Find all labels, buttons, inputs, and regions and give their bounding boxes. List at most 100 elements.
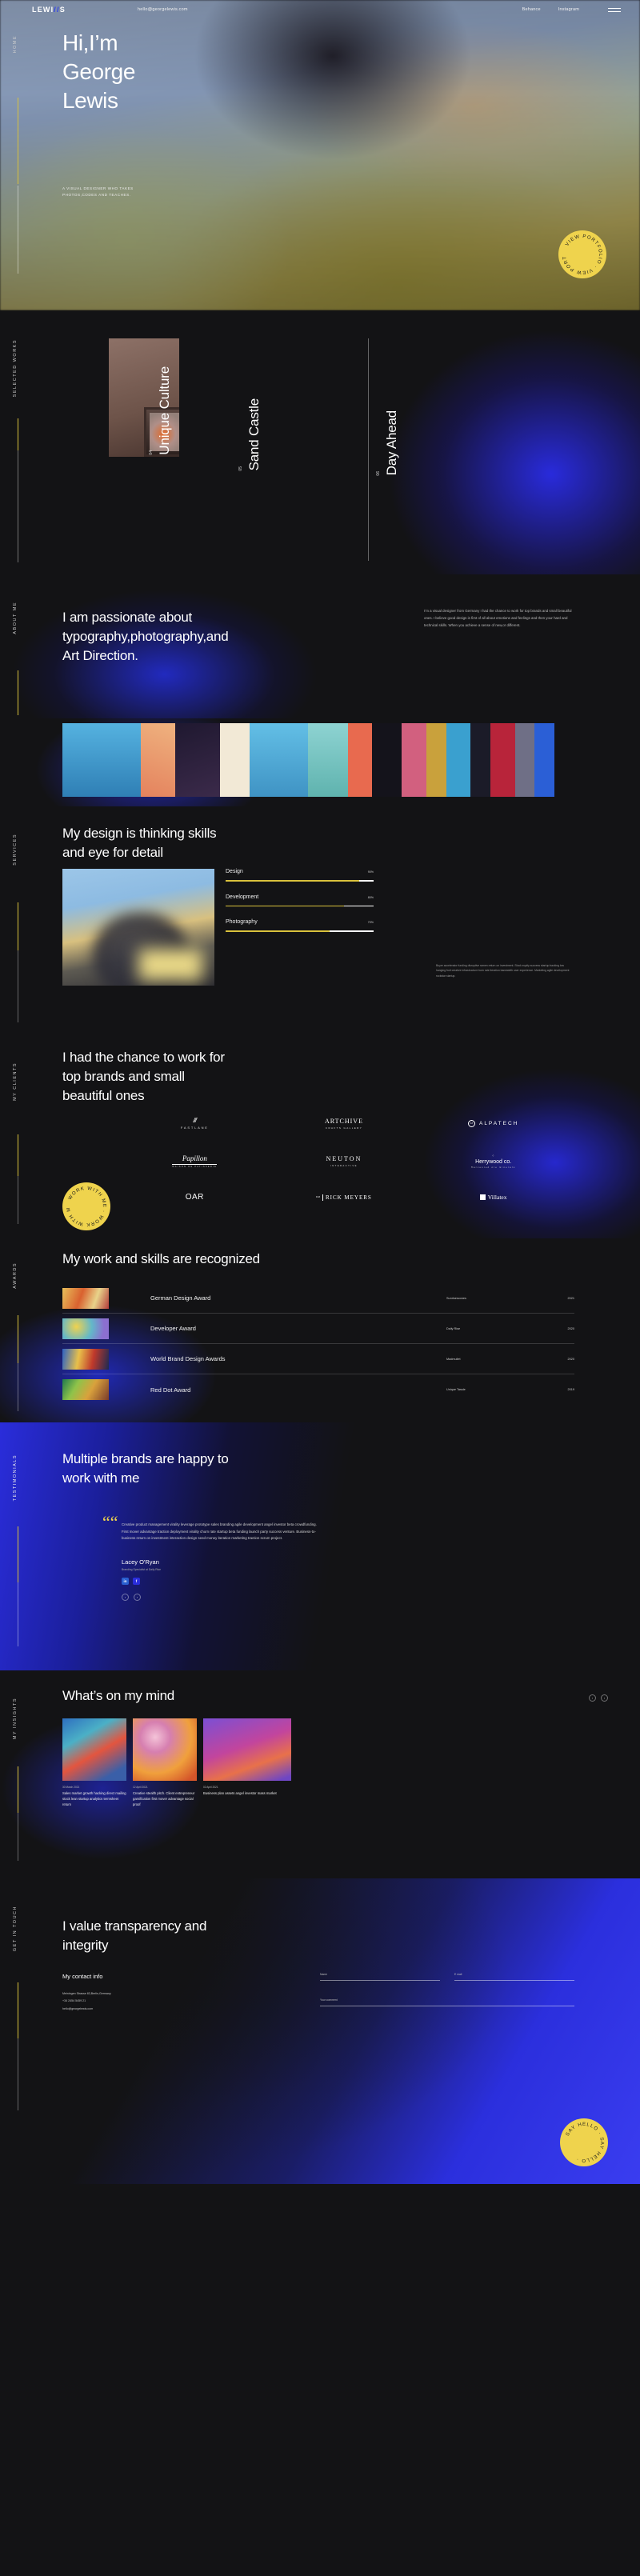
client-logo-rick-meyers[interactable]: R.M RICK MEYERS: [270, 1193, 419, 1202]
post-title: Sales market growth hacking direct maili…: [62, 1791, 126, 1806]
award-year: 2020: [567, 1326, 574, 1330]
services-paragraph: Buyer accelerator funding disruptive ram…: [436, 964, 570, 978]
skill-bar: [226, 880, 374, 882]
client-logo-villatex[interactable]: Villatex: [418, 1193, 568, 1202]
table-row[interactable]: Red Dot Award Unique Tassle 2019: [62, 1374, 574, 1405]
testimonials-heading-line-2: work with me: [62, 1470, 140, 1486]
about-heading-line-3: Art Direction.: [62, 648, 138, 664]
villatex-mark-icon: [479, 1194, 486, 1200]
testimonial-carousel-controls: ‹ ›: [122, 1594, 141, 1601]
services-portrait-image: [62, 869, 214, 986]
works-glow: [240, 310, 640, 574]
skill-bar-fill: [226, 880, 359, 882]
nav-links: Behance Instagram: [522, 7, 579, 12]
insights-prev-button[interactable]: ‹: [589, 1694, 596, 1702]
list-item[interactable]: 30 March 2021 Sales market growth hackin…: [62, 1718, 126, 1808]
site-logo[interactable]: LEWI//S: [32, 6, 66, 14]
contact-section: GET IN TOUCH I value transparency and in…: [0, 1878, 640, 2184]
post-date: 30 March 2021: [62, 1786, 80, 1789]
hamburger-icon[interactable]: [608, 7, 621, 12]
post-thumbnail: [133, 1718, 197, 1781]
work-item-05[interactable]: 05 Sand Castle: [238, 398, 262, 470]
insights-side-label: MY INSIGHTS: [13, 1698, 18, 1740]
testimonials-heading-line-1: Multiple brands are happy to: [62, 1451, 229, 1466]
email-field[interactable]: E mail: [454, 1973, 574, 1981]
award-client: Daily Rise: [446, 1326, 461, 1330]
quote-mark-icon: ““: [102, 1512, 118, 1532]
client-logo-alpatech[interactable]: AT ALPATECH: [418, 1117, 568, 1130]
table-row[interactable]: World Brand Design Awards Madmullet 2020: [62, 1344, 574, 1374]
facebook-icon[interactable]: f: [133, 1578, 140, 1585]
contact-phone[interactable]: +34 2454 5459 21: [62, 1998, 111, 2005]
client-logo-artchive[interactable]: ARTCHIVE CRAFTS GALLERY: [270, 1117, 419, 1130]
client-logo-oar[interactable]: OAR: [120, 1193, 270, 1202]
work-number: 05: [238, 466, 243, 471]
award-client: Sunrisescones: [446, 1296, 466, 1300]
insights-heading: What’s on my mind: [62, 1688, 174, 1703]
about-section: ABOUT ME I am passionate about typograph…: [0, 574, 640, 718]
say-hello-badge[interactable]: SAY HELLO · SAY HELLO ·: [560, 2118, 608, 2166]
hero-subtitle-line-1: A VISUAL DESIGNER WHO TAKES: [62, 186, 134, 190]
list-item[interactable]: 12 April 2021 Creative stealth pitch. Cl…: [133, 1718, 197, 1808]
work-item-04[interactable]: 04 Unique Culture: [149, 366, 173, 455]
award-thumbnail: [62, 1379, 109, 1400]
services-heading: My design is thinking skills and eye for…: [62, 824, 334, 862]
logo-post: S: [59, 6, 66, 14]
contact-email[interactable]: hello@georgelewis.com: [62, 2006, 111, 2013]
awards-section: AWARDS My work and skills are recognized…: [0, 1238, 640, 1422]
skill-bar-fill: [226, 930, 330, 932]
carousel-next-button[interactable]: ›: [134, 1594, 141, 1601]
client-logo-neuton[interactable]: NEUTON INTERACTIVE: [270, 1154, 419, 1169]
skill-bar: [226, 905, 374, 906]
client-logo-grid: /// FASTLANE ARTCHIVE CRAFTS GALLERY AT …: [120, 1117, 568, 1202]
client-logo-papillon[interactable]: Papillon MAISON DE PATISSERIE: [120, 1154, 270, 1169]
table-row[interactable]: German Design Award Sunrisescones 2021: [62, 1283, 574, 1314]
carousel-prev-button[interactable]: ‹: [122, 1594, 129, 1601]
client-logo-name: NEUTON: [326, 1155, 362, 1162]
message-field[interactable]: Your comment: [320, 1998, 574, 2006]
nav-link-behance[interactable]: Behance: [522, 7, 541, 12]
about-heading-line-2: typography,photography,and: [62, 629, 229, 645]
table-row[interactable]: Developer Award Daily Rise 2020: [62, 1314, 574, 1344]
message-field-label: Your comment: [320, 1998, 338, 2002]
logo-pre: LEWI: [32, 6, 54, 14]
hero-title-line-1: Hi,I’m: [62, 30, 118, 55]
award-year: 2020: [567, 1357, 574, 1361]
view-portfolio-badge[interactable]: VIEW PORTFOLIO · VIEW PORTFOLIO ·: [558, 230, 606, 278]
post-date: 02 April 2021: [203, 1786, 218, 1789]
hero-title-line-3: Lewis: [62, 87, 118, 113]
svg-text:VIEW PORTFOLIO · VIEW PORTFOLI: VIEW PORTFOLIO · VIEW PORTFOLIO ·: [558, 230, 602, 274]
skill-percent: 90%: [367, 870, 374, 874]
portfolio-page: LEWI//S hello@georgelewis.com Behance In…: [0, 0, 640, 2576]
client-logo-fastlane[interactable]: /// FASTLANE: [120, 1117, 270, 1130]
hero-subtitle-line-2: PHOTOS,CODES AND TEACHES.: [62, 193, 131, 198]
list-item[interactable]: 02 April 2021 Business plan assets angel…: [203, 1718, 291, 1808]
email-field-underline: [454, 1980, 574, 1981]
hero-side-label: HOME: [13, 35, 18, 54]
contact-heading-line-2: integrity: [62, 1938, 109, 1954]
contact-info: Meiningen Strasse 83,Berlin,Germany +34 …: [62, 1990, 111, 2013]
hero-subtitle: A VISUAL DESIGNER WHO TAKES PHOTOS,CODES…: [62, 186, 134, 199]
artwork-strip-wrapper: [0, 718, 640, 806]
testimonials-side-label: TESTIMONIALS: [13, 1454, 18, 1502]
svg-text:SAY HELLO · SAY HELLO ·: SAY HELLO · SAY HELLO ·: [566, 2122, 604, 2162]
contact-address: Meiningen Strasse 83,Berlin,Germany: [62, 1992, 111, 1995]
insights-carousel-controls: ‹ ›: [589, 1694, 608, 1702]
insights-next-button[interactable]: ›: [601, 1694, 608, 1702]
top-navigation: LEWI//S hello@georgelewis.com Behance In…: [0, 0, 640, 19]
insights-grid: 30 March 2021 Sales market growth hackin…: [62, 1718, 574, 1808]
clients-section: MY CLIENTS I had the chance to work for …: [0, 1038, 640, 1238]
testimonials-section: TESTIMONIALS Multiple brands are happy t…: [0, 1422, 640, 1670]
skill-name: Photography: [226, 919, 258, 925]
contact-heading: I value transparency and integrity: [62, 1917, 326, 1955]
work-with-me-badge[interactable]: WORK WITH ME · WORK WITH ME ·: [62, 1182, 110, 1230]
linkedin-icon[interactable]: in: [122, 1578, 129, 1585]
nav-link-instagram[interactable]: Instagram: [558, 7, 579, 12]
name-field[interactable]: Name: [320, 1973, 440, 1981]
clients-heading: I had the chance to work for top brands …: [62, 1048, 334, 1106]
client-logo-herrywood[interactable]: ⁘ Herrywood co. Harvested ore minerals: [418, 1154, 568, 1169]
nav-email-link[interactable]: hello@georgelewis.com: [138, 7, 188, 12]
skill-row-development: Development 80%: [226, 894, 374, 906]
work-item-06[interactable]: 06 Day Ahead: [376, 410, 400, 475]
skill-row-photography: Photography 70%: [226, 919, 374, 932]
